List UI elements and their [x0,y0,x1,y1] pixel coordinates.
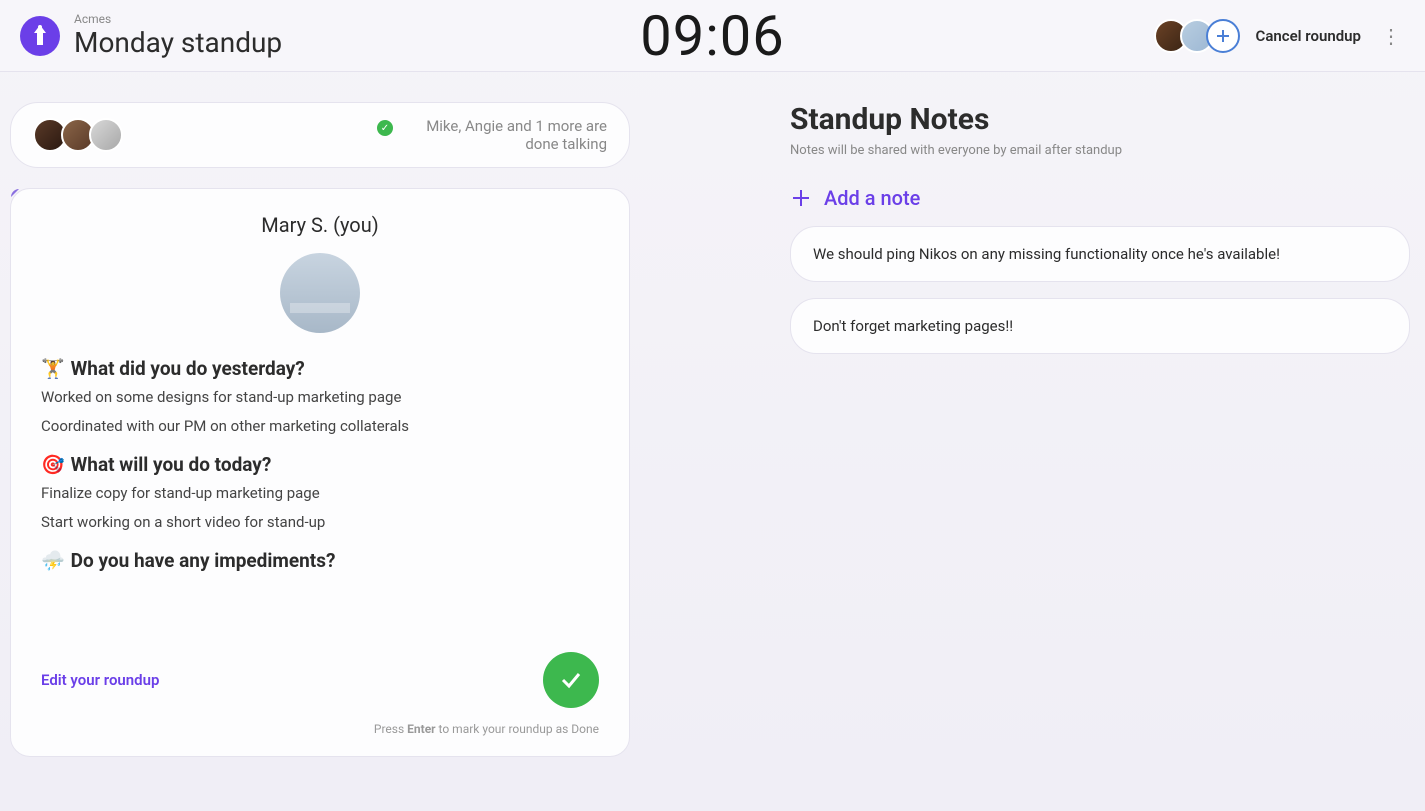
add-note-button[interactable]: Add a note [790,186,1410,210]
content: ✓ Mike, Angie and 1 more are done talkin… [0,72,1425,787]
speaker-name: Mary S. (you) [41,213,599,237]
answer-text: Coordinated with our PM on other marketi… [41,415,599,438]
right-column: Standup Notes Notes will be shared with … [790,102,1410,757]
card-footer: Edit your roundup [41,652,599,708]
header-left: Acmes Monday standup [20,12,282,59]
roundup-card: Mary S. (you) 🏋️ What did you do yesterd… [10,188,630,757]
answer-text: Worked on some designs for stand-up mark… [41,386,599,409]
timer: 09:06 [640,3,784,69]
add-participant-button[interactable] [1206,19,1240,53]
question-impediments: ⛈️ Do you have any impediments? [41,549,599,572]
add-note-label: Add a note [824,186,920,210]
emoji-icon: 🏋️ [41,357,65,380]
app-logo-icon [20,16,60,56]
page-title: Monday standup [74,26,282,59]
question-text: What did you do yesterday? [71,357,305,380]
answer-text: Finalize copy for stand-up marketing pag… [41,482,599,505]
left-column: ✓ Mike, Angie and 1 more are done talkin… [10,102,630,757]
header: Acmes Monday standup 09:06 Cancel roundu… [0,0,1425,72]
participant-avatars [1154,19,1240,53]
header-right: Cancel roundup ⋮ [1154,19,1405,53]
notes-subtitle: Notes will be shared with everyone by em… [790,143,1410,158]
check-icon: ✓ [377,120,393,136]
more-menu-icon[interactable]: ⋮ [1377,24,1405,48]
notes-title: Standup Notes [790,102,1410,137]
note-item[interactable]: We should ping Nikos on any missing func… [790,226,1410,282]
speaker-avatar [280,253,360,333]
done-status-text: Mike, Angie and 1 more are done talking [403,117,607,153]
note-item[interactable]: Don't forget marketing pages!! [790,298,1410,354]
emoji-icon: ⛈️ [41,549,65,572]
plus-icon [790,187,812,209]
question-today: 🎯 What will you do today? [41,453,599,476]
cancel-roundup-button[interactable]: Cancel roundup [1256,27,1361,45]
emoji-icon: 🎯 [41,453,65,476]
done-status: ✓ Mike, Angie and 1 more are done talkin… [377,117,607,153]
avatar[interactable] [89,118,123,152]
question-text: What will you do today? [71,453,272,476]
org-name: Acmes [74,12,282,26]
mark-done-button[interactable] [543,652,599,708]
check-icon [558,667,584,693]
title-block: Acmes Monday standup [74,12,282,59]
question-text: Do you have any impediments? [71,549,336,572]
answer-text: Start working on a short video for stand… [41,511,599,534]
active-indicator-icon [11,189,19,197]
edit-roundup-link[interactable]: Edit your roundup [41,671,159,689]
done-talking-banner: ✓ Mike, Angie and 1 more are done talkin… [10,102,630,168]
question-yesterday: 🏋️ What did you do yesterday? [41,357,599,380]
keyboard-hint: Press Enter to mark your roundup as Done [41,722,599,736]
done-avatars [33,118,123,152]
